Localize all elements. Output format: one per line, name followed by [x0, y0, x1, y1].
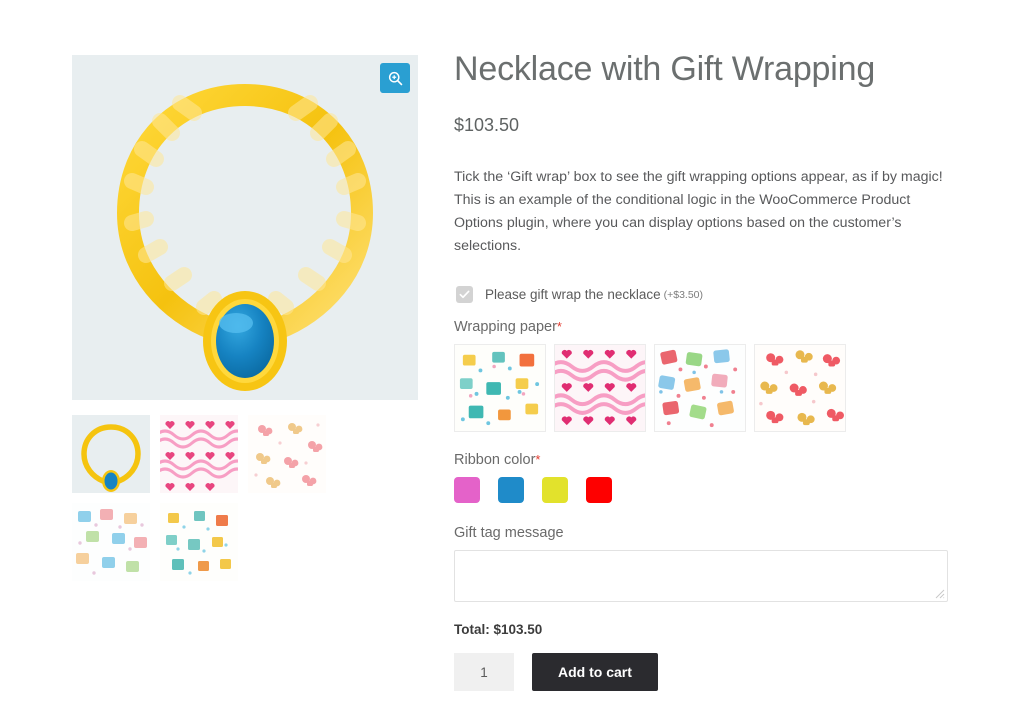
ribbon-swatch-red[interactable]	[586, 477, 612, 504]
product-summary: Necklace with Gift Wrapping $103.50 Tick…	[454, 50, 950, 692]
magnifier-plus-icon	[388, 71, 402, 85]
wrapping-paper-option-pink-hearts[interactable]	[554, 344, 646, 433]
colorful-gifts-paper-thumb-icon	[72, 503, 150, 581]
pink-hearts-paper-thumb-icon	[160, 415, 238, 493]
ribbon-color-label: Ribbon color*	[454, 452, 950, 468]
thumbnail-necklace[interactable]	[72, 415, 150, 493]
thumbnail-strip	[72, 415, 418, 591]
page-title: Necklace with Gift Wrapping	[454, 50, 876, 88]
main-product-image[interactable]	[72, 55, 418, 400]
thumbnail-pink-hearts-paper[interactable]	[160, 415, 238, 493]
thumbnail-pink-bows-paper[interactable]	[248, 415, 326, 493]
gift-boxes-paper-icon	[455, 345, 545, 432]
product-gallery	[72, 55, 418, 591]
check-icon	[459, 290, 470, 299]
gift-wrap-checkbox-row[interactable]: Please gift wrap the necklace (+$3.50)	[456, 286, 950, 304]
required-asterisk: *	[535, 452, 541, 468]
gift-tag-field-wrapper	[454, 550, 948, 603]
pink-bows-paper-thumb-icon	[248, 415, 326, 493]
ribbon-color-label-text: Ribbon color	[454, 452, 536, 469]
gift-boxes-paper-thumb-icon	[160, 503, 238, 581]
wrapping-paper-label-text: Wrapping paper	[454, 319, 557, 336]
colorful-gifts-paper-icon	[655, 345, 745, 432]
gift-tag-label: Gift tag message	[454, 525, 564, 542]
gift-wrap-price: (+$3.50)	[663, 288, 704, 301]
wrapping-paper-options	[454, 344, 950, 433]
product-description: Tick the ‘Gift wrap’ box to see the gift…	[454, 169, 943, 255]
gift-tag-message-input[interactable]	[454, 550, 948, 603]
gift-wrap-checkbox[interactable]	[456, 286, 473, 304]
pink-hearts-paper-icon	[555, 345, 645, 432]
wrapping-paper-option-pink-bows[interactable]	[754, 344, 846, 433]
wrapping-paper-option-colorful-gifts[interactable]	[654, 344, 746, 433]
ribbon-swatch-yellow[interactable]	[542, 477, 568, 504]
add-to-cart-row: Add to cart	[454, 653, 950, 692]
ribbon-swatch-pink[interactable]	[454, 477, 480, 504]
ribbon-swatch-blue[interactable]	[498, 477, 524, 504]
gift-wrap-label: Please gift wrap the necklace	[485, 287, 661, 303]
quantity-input[interactable]	[454, 653, 514, 692]
order-total: Total: $103.50	[454, 622, 543, 638]
ribbon-color-options	[454, 477, 950, 504]
required-asterisk: *	[556, 319, 562, 335]
add-to-cart-button[interactable]: Add to cart	[532, 653, 658, 692]
wrapping-paper-option-gift-boxes[interactable]	[454, 344, 546, 433]
necklace-thumb-icon	[72, 415, 150, 493]
necklace-illustration	[72, 55, 418, 400]
product-price: $103.50	[454, 115, 520, 136]
thumbnail-gift-boxes-paper[interactable]	[160, 503, 238, 581]
thumbnail-colorful-gifts-paper[interactable]	[72, 503, 150, 581]
zoom-button[interactable]	[380, 63, 410, 93]
wrapping-paper-label: Wrapping paper*	[454, 319, 950, 335]
pink-bows-paper-icon	[755, 345, 845, 432]
